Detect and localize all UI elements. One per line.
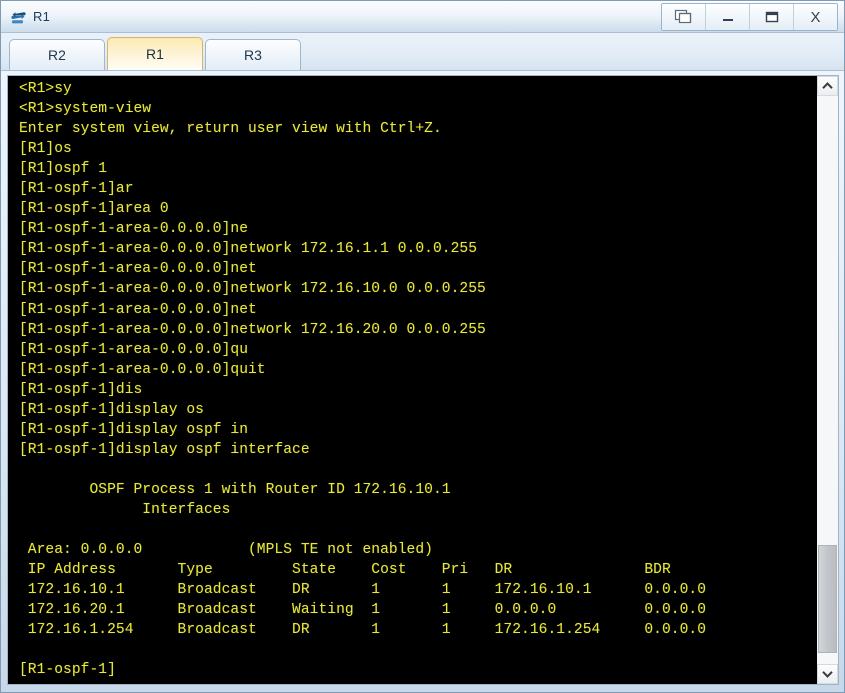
close-icon: X bbox=[810, 8, 821, 26]
restore-windows-button[interactable] bbox=[662, 4, 706, 30]
title-bar-left: R1 bbox=[1, 8, 50, 25]
minimize-button[interactable] bbox=[706, 4, 750, 30]
close-button[interactable]: X bbox=[794, 4, 837, 30]
tab-r3-label: R3 bbox=[244, 47, 262, 63]
title-bar: R1 X bbox=[1, 1, 844, 33]
device-tab-bar: R2 R1 R3 bbox=[1, 33, 844, 71]
tab-r1-label: R1 bbox=[146, 46, 164, 62]
scroll-down-arrow-button[interactable] bbox=[817, 664, 838, 684]
window-title: R1 bbox=[33, 9, 51, 24]
tab-r3[interactable]: R3 bbox=[205, 39, 301, 70]
tab-r2-label: R2 bbox=[48, 47, 66, 63]
maximize-button[interactable] bbox=[750, 4, 794, 30]
terminal-panel: <R1>sy <R1>system-view Enter system view… bbox=[7, 75, 839, 685]
window-controls: X bbox=[661, 3, 838, 31]
scrollbar-track[interactable] bbox=[817, 96, 838, 664]
console-text: <R1>sy <R1>system-view Enter system view… bbox=[19, 81, 706, 679]
router-icon bbox=[10, 8, 27, 25]
tab-r2[interactable]: R2 bbox=[9, 39, 105, 70]
terminal-scrollbar[interactable] bbox=[816, 76, 838, 684]
terminal-output-area[interactable]: <R1>sy <R1>system-view Enter system view… bbox=[8, 76, 816, 684]
scrollbar-thumb[interactable] bbox=[818, 544, 837, 653]
tab-r1[interactable]: R1 bbox=[107, 37, 203, 70]
router-cli-window: R1 X R2 R1 R3 <R1>sy <R1>system-view Ent… bbox=[0, 0, 845, 693]
scroll-up-arrow-button[interactable] bbox=[817, 76, 838, 96]
